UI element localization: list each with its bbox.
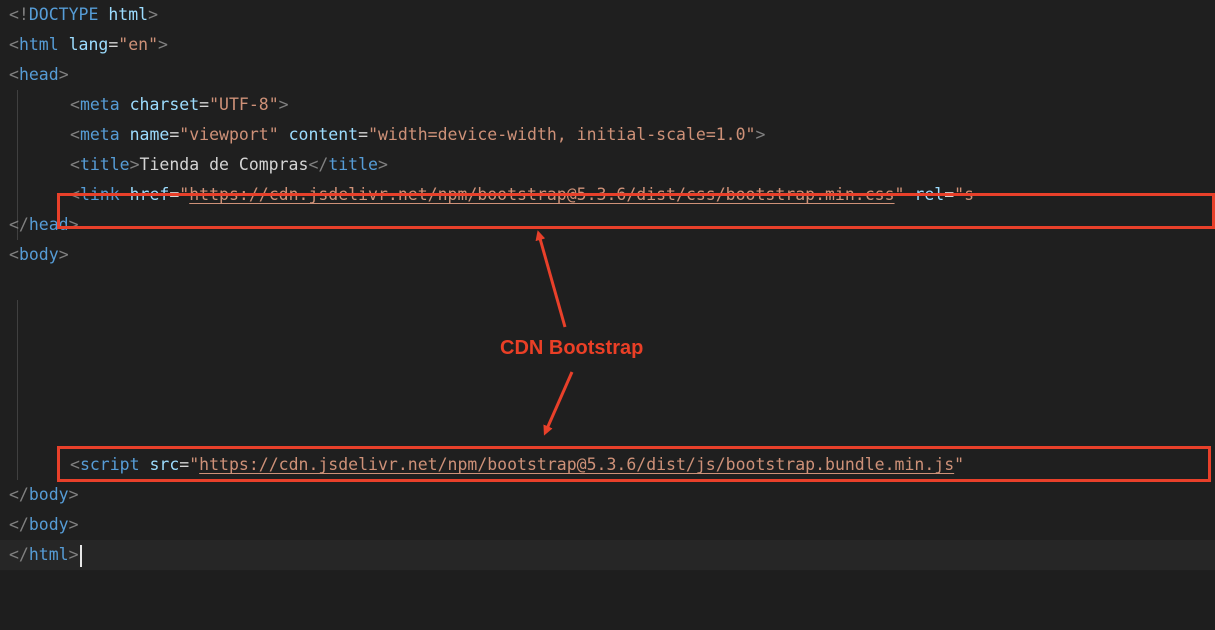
code-line-18[interactable]: </html> <box>0 540 1215 570</box>
code-line-17[interactable]: </body> <box>0 510 1215 540</box>
code-editor[interactable]: <!DOCTYPE html> <html lang="en"> <head> … <box>0 0 1215 571</box>
code-line-11[interactable] <box>0 300 1215 330</box>
code-line-5[interactable]: <meta name="viewport" content="width=dev… <box>0 120 1215 150</box>
line-content: <meta name="viewport" content="width=dev… <box>70 125 766 144</box>
line-content: <head> <box>9 65 69 84</box>
line-content: <meta charset="UTF-8"> <box>70 95 289 114</box>
line-content: </body> <box>9 515 79 534</box>
line-content: </body> <box>9 485 79 504</box>
code-line-1[interactable]: <!DOCTYPE html> <box>0 0 1215 30</box>
text-cursor <box>79 544 82 567</box>
code-line-4[interactable]: <meta charset="UTF-8"> <box>0 90 1215 120</box>
line-content: <html lang="en"> <box>9 35 168 54</box>
line-content: <body> <box>9 245 69 264</box>
code-line-14[interactable] <box>0 390 1215 420</box>
code-line-13[interactable] <box>0 360 1215 390</box>
line-content: </html> <box>9 540 82 570</box>
line-content: <!DOCTYPE html> <box>9 5 159 24</box>
code-line-3[interactable]: <head> <box>0 60 1215 90</box>
line-content: <title>Tienda de Compras</title> <box>70 155 388 174</box>
code-line-9[interactable]: <body> <box>0 240 1215 270</box>
css-link-highlight-box <box>57 193 1215 229</box>
annotation-label: CDN Bootstrap <box>500 337 644 359</box>
code-line-16[interactable]: </body> <box>0 480 1215 510</box>
code-line-10[interactable] <box>0 270 1215 300</box>
js-script-highlight-box <box>57 446 1211 482</box>
code-line-6[interactable]: <title>Tienda de Compras</title> <box>0 150 1215 180</box>
code-line-2[interactable]: <html lang="en"> <box>0 30 1215 60</box>
